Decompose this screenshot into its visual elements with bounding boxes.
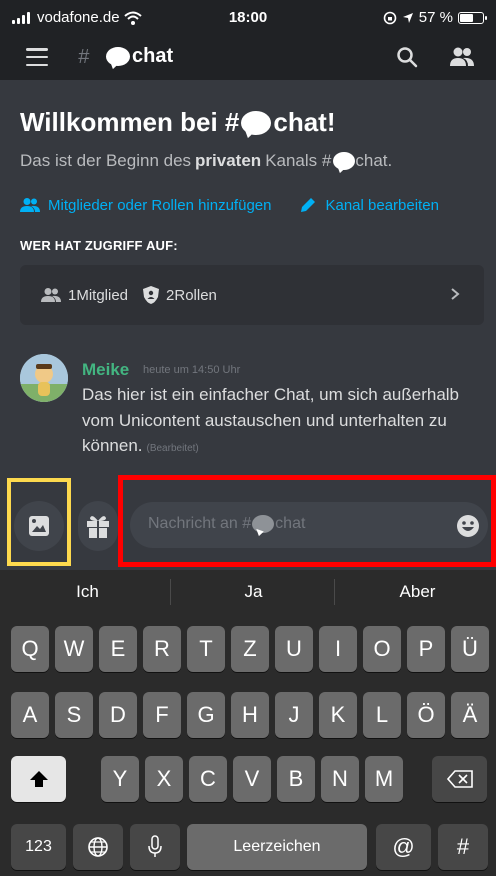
add-members-button[interactable]: Mitglieder oder Rollen hinzufügen — [20, 197, 271, 214]
gift-icon — [87, 516, 109, 538]
key[interactable]: C — [189, 756, 227, 802]
key[interactable]: E — [99, 626, 137, 672]
key[interactable]: H — [231, 692, 269, 738]
at-key[interactable]: @ — [376, 824, 431, 870]
search-icon[interactable] — [396, 46, 418, 68]
shift-key[interactable] — [11, 756, 66, 802]
key[interactable]: V — [233, 756, 271, 802]
key[interactable]: I — [319, 626, 357, 672]
microphone-icon — [148, 835, 162, 857]
key[interactable]: O — [363, 626, 401, 672]
chevron-right-icon — [451, 288, 460, 300]
suggestion-item[interactable]: Ja — [171, 570, 336, 614]
key[interactable]: A — [11, 692, 49, 738]
speech-bubble-icon — [333, 152, 356, 170]
battery-percent: 57 % — [418, 9, 453, 26]
avatar[interactable] — [20, 354, 68, 402]
key[interactable]: X — [145, 756, 183, 802]
highlight-box-red — [118, 475, 496, 567]
message-line: Das hier ist ein einfacher Chat, um sich… — [82, 385, 460, 404]
gift-button[interactable] — [78, 501, 118, 551]
suggestion-bar: Ich Ja Aber — [0, 570, 496, 614]
key[interactable]: N — [321, 756, 359, 802]
backspace-icon — [446, 770, 473, 788]
suggestion-item[interactable]: Aber — [335, 570, 496, 614]
hash-icon: # — [78, 46, 90, 68]
pencil-icon — [301, 198, 316, 212]
key[interactable]: F — [143, 692, 181, 738]
key[interactable]: Ä — [451, 692, 489, 738]
key[interactable]: S — [55, 692, 93, 738]
key[interactable]: Q — [11, 626, 49, 672]
key[interactable]: P — [407, 626, 445, 672]
status-bar: vodafone.de 18:00 57 % — [0, 0, 496, 36]
key[interactable]: R — [143, 626, 181, 672]
speech-bubble-icon — [106, 47, 130, 66]
access-card[interactable]: 1Mitglied 2Rollen — [20, 265, 484, 325]
key[interactable]: B — [277, 756, 315, 802]
key[interactable]: K — [319, 692, 357, 738]
message-timestamp: heute um 14:50 Uhr — [143, 364, 241, 376]
key[interactable]: G — [187, 692, 225, 738]
microphone-key[interactable] — [130, 824, 180, 870]
edit-channel-button[interactable]: Kanal bearbeiten — [299, 196, 439, 214]
location-icon — [402, 12, 413, 23]
hash-key[interactable]: # — [438, 824, 488, 870]
key[interactable]: D — [99, 692, 137, 738]
shift-arrow-icon — [29, 771, 48, 787]
key[interactable]: Z — [231, 626, 269, 672]
welcome-title: Willkommen bei # chat! — [20, 107, 336, 137]
message-line: vom Unicontent austauschen und unterhalt… — [82, 411, 447, 430]
add-members-icon — [20, 198, 40, 212]
key[interactable]: Y — [101, 756, 139, 802]
key[interactable]: J — [275, 692, 313, 738]
numbers-key[interactable]: 123 — [11, 824, 66, 870]
rotation-lock-icon — [383, 11, 397, 24]
role-count: 2Rollen — [166, 286, 217, 304]
menu-icon[interactable] — [26, 48, 48, 66]
backspace-key[interactable] — [432, 756, 487, 802]
key[interactable]: T — [187, 626, 225, 672]
edited-tag: (Bearbeitet) — [146, 443, 199, 454]
member-count: 1Mitglied — [68, 286, 129, 304]
members-icon — [41, 288, 61, 302]
channel-title: chat — [106, 45, 173, 68]
message-author[interactable]: Meike — [82, 360, 129, 380]
suggestion-item[interactable]: Ich — [5, 570, 170, 614]
access-heading: WER HAT ZUGRIFF AUF: — [20, 238, 178, 253]
highlight-box-yellow — [7, 478, 71, 566]
key[interactable]: U — [275, 626, 313, 672]
welcome-description: Das ist der Beginn des privaten Kanals #… — [20, 151, 393, 170]
space-key[interactable]: Leerzeichen — [187, 824, 367, 870]
key[interactable]: L — [363, 692, 401, 738]
key[interactable]: W — [55, 626, 93, 672]
speech-bubble-icon — [241, 110, 272, 135]
battery-icon — [458, 11, 487, 24]
members-icon[interactable] — [449, 46, 475, 68]
channel-header: # chat — [0, 36, 496, 80]
message-line-last: können. (Bearbeitet) — [82, 436, 199, 455]
key[interactable]: Ü — [451, 626, 489, 672]
key[interactable]: M — [365, 756, 403, 802]
globe-key[interactable] — [73, 824, 123, 870]
channel-actions: Mitglieder oder Rollen hinzufügen Kanal … — [20, 196, 439, 214]
keyboard: Ich Ja Aber Q W E R T Z U I O P Ü A S D … — [0, 570, 496, 876]
key[interactable]: Ö — [407, 692, 445, 738]
shield-icon — [143, 286, 160, 304]
globe-icon — [88, 837, 108, 857]
